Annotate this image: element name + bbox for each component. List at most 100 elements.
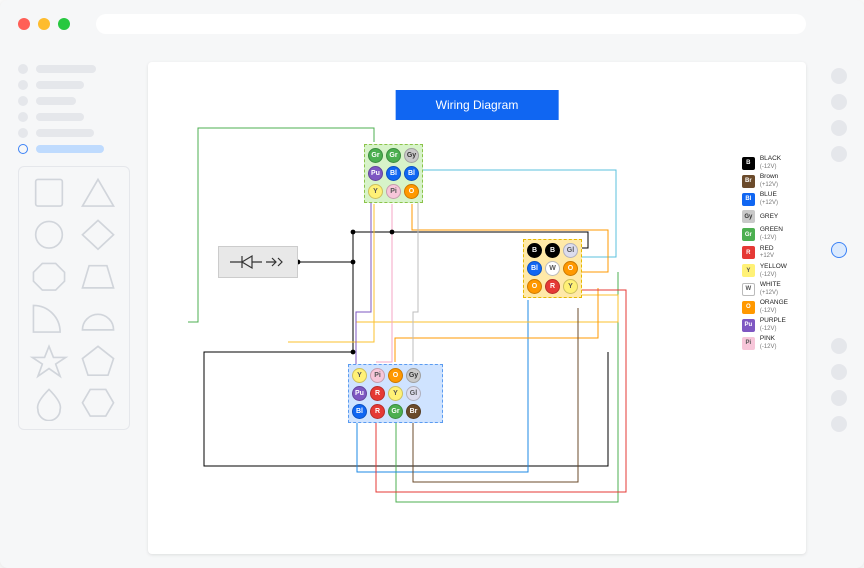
tool-dot[interactable] bbox=[831, 68, 847, 84]
pin-O[interactable]: O bbox=[404, 184, 419, 199]
shape-quarter[interactable] bbox=[29, 303, 69, 335]
canvas[interactable]: Wiring Diagram B BLACK(-12V) Br Brown(+1… bbox=[148, 62, 806, 554]
pin-B[interactable]: B bbox=[527, 243, 542, 258]
pin-Y[interactable]: Y bbox=[563, 279, 578, 294]
diagram-title: Wiring Diagram bbox=[396, 90, 559, 120]
legend-swatch: B bbox=[742, 157, 755, 170]
pin-empty[interactable] bbox=[424, 368, 439, 383]
pin-empty[interactable] bbox=[424, 386, 439, 401]
tool-dot[interactable] bbox=[831, 364, 847, 380]
pin-W[interactable]: W bbox=[545, 261, 560, 276]
shape-hexagon[interactable] bbox=[78, 387, 118, 419]
tool-dot[interactable] bbox=[831, 416, 847, 432]
sidebar-label bbox=[36, 145, 104, 153]
shape-trapezoid[interactable] bbox=[78, 261, 118, 293]
legend-row: Y YELLOW(-12V) bbox=[742, 264, 788, 278]
tool-dot[interactable] bbox=[831, 338, 847, 354]
semi-icon bbox=[78, 301, 118, 337]
pin-Br[interactable]: Br bbox=[406, 404, 421, 419]
sidebar-item[interactable] bbox=[18, 64, 130, 74]
legend-row: Bl BLUE(+12V) bbox=[742, 192, 788, 206]
pin-O[interactable]: O bbox=[527, 279, 542, 294]
sidebar-item-selected[interactable] bbox=[18, 144, 130, 154]
pin-Gr[interactable]: Gr bbox=[386, 148, 401, 163]
shape-octagon[interactable] bbox=[29, 261, 69, 293]
legend: B BLACK(-12V) Br Brown(+12V) Bl BLUE(+12… bbox=[742, 152, 788, 355]
shape-pentagon[interactable] bbox=[78, 345, 118, 377]
pin-Bl[interactable]: Bl bbox=[404, 166, 419, 181]
pin-empty[interactable] bbox=[424, 404, 439, 419]
shape-palette bbox=[18, 166, 130, 430]
url-bar[interactable] bbox=[96, 14, 806, 34]
legend-swatch: Gy bbox=[742, 210, 755, 223]
pin-Gy[interactable]: Gy bbox=[404, 148, 419, 163]
sidebar bbox=[0, 48, 148, 568]
pin-Pi[interactable]: Pi bbox=[386, 184, 401, 199]
legend-row: O ORANGE(-12V) bbox=[742, 300, 788, 314]
triangle-icon bbox=[78, 175, 118, 211]
shape-square[interactable] bbox=[29, 177, 69, 209]
shape-circle[interactable] bbox=[29, 219, 69, 251]
shape-diamond[interactable] bbox=[78, 219, 118, 251]
pin-O[interactable]: O bbox=[388, 368, 403, 383]
maximize-icon[interactable] bbox=[58, 18, 70, 30]
connector-top[interactable]: GrGrGyPuBlBlYPiO bbox=[364, 144, 423, 203]
sidebar-item[interactable] bbox=[18, 96, 130, 106]
dot-icon bbox=[18, 64, 28, 74]
pin-Bl[interactable]: Bl bbox=[386, 166, 401, 181]
legend-row: W WHITE(+12V) bbox=[742, 282, 788, 296]
dot-icon bbox=[18, 128, 28, 138]
pin-Bl[interactable]: Bl bbox=[527, 261, 542, 276]
tool-dot-selected[interactable] bbox=[831, 242, 847, 258]
pin-Y[interactable]: Y bbox=[368, 184, 383, 199]
pin-Gy[interactable]: Gy bbox=[406, 368, 421, 383]
shape-semi[interactable] bbox=[78, 303, 118, 335]
pin-B[interactable]: B bbox=[545, 243, 560, 258]
pin-Gr[interactable]: Gr bbox=[388, 404, 403, 419]
right-panel bbox=[814, 48, 864, 568]
legend-swatch: Br bbox=[742, 175, 755, 188]
pin-O[interactable]: O bbox=[563, 261, 578, 276]
sidebar-label bbox=[36, 129, 94, 137]
legend-row: B BLACK(-12V) bbox=[742, 156, 788, 170]
minimize-icon[interactable] bbox=[38, 18, 50, 30]
pin-Pu[interactable]: Pu bbox=[368, 166, 383, 181]
legend-swatch: Y bbox=[742, 264, 755, 277]
connector-bottom[interactable]: YPiOGyPuRYGlBlRGrBr bbox=[348, 364, 443, 423]
connector-right[interactable]: BBGlBlWOORY bbox=[523, 239, 582, 298]
tool-dot[interactable] bbox=[831, 390, 847, 406]
sidebar-item[interactable] bbox=[18, 128, 130, 138]
shape-droplet[interactable] bbox=[29, 387, 69, 419]
pin-Pu[interactable]: Pu bbox=[352, 386, 367, 401]
pin-Y[interactable]: Y bbox=[352, 368, 367, 383]
pin-Pi[interactable]: Pi bbox=[370, 368, 385, 383]
diode-component[interactable] bbox=[218, 246, 298, 278]
pin-Y[interactable]: Y bbox=[388, 386, 403, 401]
sidebar-label bbox=[36, 113, 84, 121]
pin-Gl[interactable]: Gl bbox=[563, 243, 578, 258]
tool-dot[interactable] bbox=[831, 120, 847, 136]
sidebar-item[interactable] bbox=[18, 112, 130, 122]
legend-swatch: Gr bbox=[742, 228, 755, 241]
close-icon[interactable] bbox=[18, 18, 30, 30]
tool-dot[interactable] bbox=[831, 94, 847, 110]
diode-icon bbox=[228, 252, 288, 272]
pin-R[interactable]: R bbox=[370, 386, 385, 401]
pentagon-icon bbox=[78, 343, 118, 379]
pin-R[interactable]: R bbox=[370, 404, 385, 419]
pin-Gl[interactable]: Gl bbox=[406, 386, 421, 401]
diamond-icon bbox=[78, 217, 118, 253]
sidebar-item[interactable] bbox=[18, 80, 130, 90]
pin-Bl[interactable]: Bl bbox=[352, 404, 367, 419]
titlebar bbox=[0, 0, 864, 48]
pin-Gr[interactable]: Gr bbox=[368, 148, 383, 163]
trapezoid-icon bbox=[78, 259, 118, 295]
pin-R[interactable]: R bbox=[545, 279, 560, 294]
octagon-icon bbox=[29, 259, 69, 295]
canvas-wrap: Wiring Diagram B BLACK(-12V) Br Brown(+1… bbox=[148, 48, 814, 568]
shape-star[interactable] bbox=[29, 345, 69, 377]
star-icon bbox=[29, 343, 69, 379]
shape-triangle[interactable] bbox=[78, 177, 118, 209]
app-window: Wiring Diagram B BLACK(-12V) Br Brown(+1… bbox=[0, 0, 864, 568]
tool-dot[interactable] bbox=[831, 146, 847, 162]
